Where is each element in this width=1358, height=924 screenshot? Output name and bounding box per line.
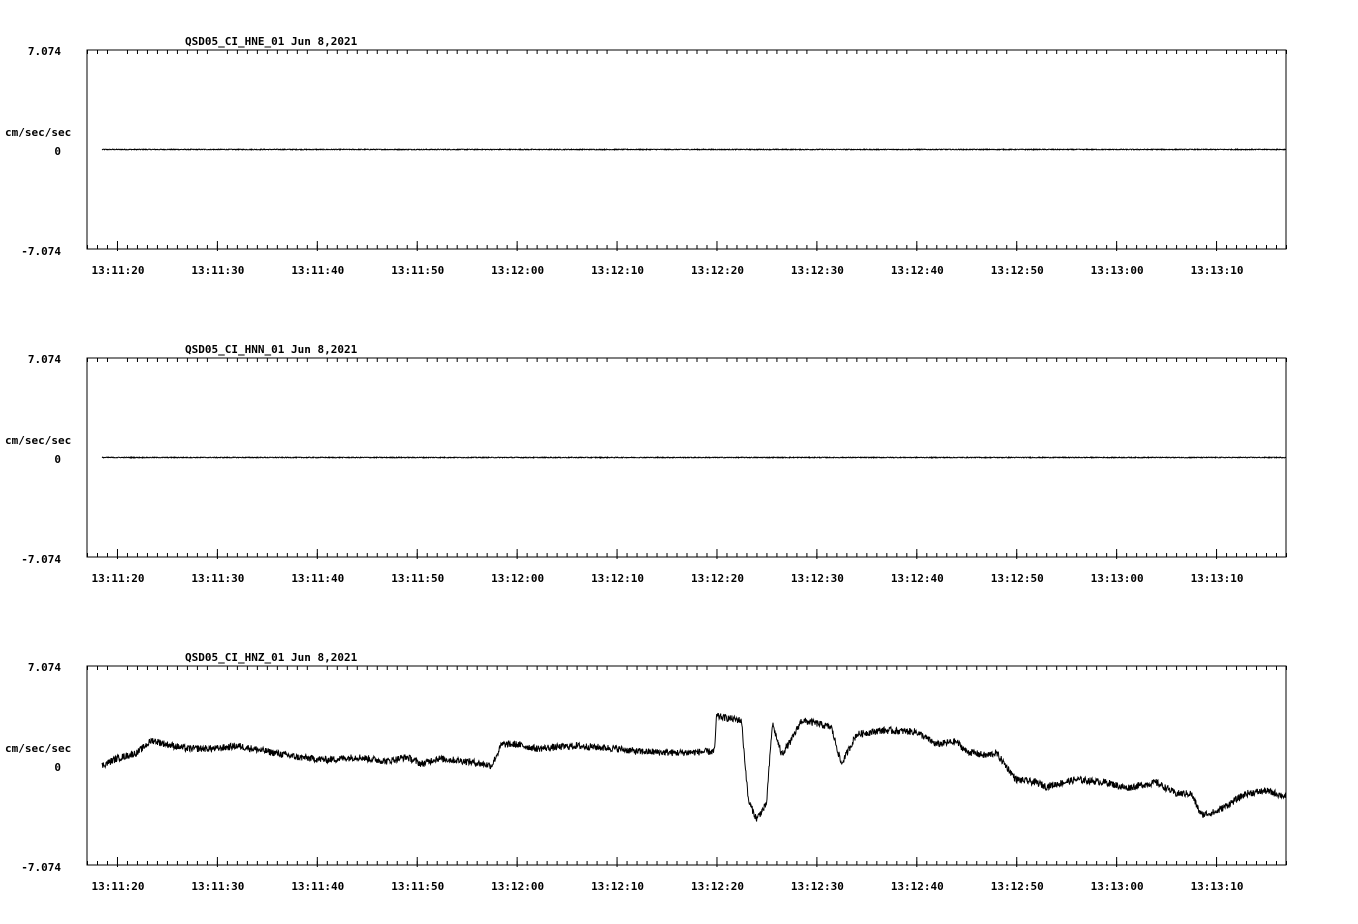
panel-title: QSD05_CI_HNN_01 Jun 8,2021: [185, 343, 358, 356]
time-tick-label: 13:11:40: [291, 264, 344, 277]
time-tick-label: 13:12:10: [591, 264, 644, 277]
trace-line: [101, 456, 1287, 460]
y-axis-label: cm/sec/sec: [5, 742, 71, 755]
time-tick-labels: 13:11:20 13:11:30 13:11:40 13:11:50 13:12:00…: [91, 572, 1243, 585]
y-zero-label: 0: [54, 453, 61, 466]
y-max-label: 7.074: [28, 661, 61, 674]
time-tick-label: 13:11:40: [291, 572, 344, 585]
seismogram-plots: QSD05_CI_HNE_01 Jun 8,2021 7.074 0 -7.07…: [5, 35, 1287, 893]
time-tick-label: 13:12:10: [591, 880, 644, 893]
panel-hne: QSD05_CI_HNE_01 Jun 8,2021 7.074 0 -7.07…: [5, 35, 1287, 277]
time-tick-label: 13:12:30: [791, 572, 844, 585]
time-tick-label: 13:12:40: [891, 264, 944, 277]
time-tick-label: 13:12:20: [691, 880, 744, 893]
time-tick-label: 13:13:00: [1091, 880, 1144, 893]
y-min-label: -7.074: [21, 861, 61, 874]
time-tick-label: 13:11:20: [91, 572, 144, 585]
time-tick-label: 13:12:30: [791, 264, 844, 277]
time-tick-label: 13:12:20: [691, 572, 744, 585]
panel-hnz: QSD05_CI_HNZ_01 Jun 8,2021 7.074 0 -7.07…: [5, 651, 1287, 893]
time-tick-label: 13:11:40: [291, 880, 344, 893]
time-tick-labels: 13:11:20 13:11:30 13:11:40 13:11:50 13:12:00…: [91, 880, 1243, 893]
panel-title: QSD05_CI_HNZ_01 Jun 8,2021: [185, 651, 358, 664]
trace-line: [101, 147, 1287, 152]
plot-frame: [86, 665, 1287, 866]
time-tick-label: 13:13:00: [1091, 572, 1144, 585]
time-tick-label: 13:13:00: [1091, 264, 1144, 277]
time-tick-label: 13:12:30: [791, 880, 844, 893]
time-tick-label: 13:12:40: [891, 880, 944, 893]
trace-line: [101, 712, 1286, 822]
time-ticks: [87, 358, 1287, 559]
time-tick-label: 13:11:20: [91, 880, 144, 893]
y-max-label: 7.074: [28, 45, 61, 58]
time-ticks: [87, 50, 1287, 251]
y-zero-label: 0: [54, 145, 61, 158]
time-tick-label: 13:11:30: [191, 264, 244, 277]
time-tick-label: 13:12:50: [991, 880, 1044, 893]
time-tick-label: 13:12:00: [491, 880, 544, 893]
y-axis-label: cm/sec/sec: [5, 126, 71, 139]
time-tick-label: 13:13:10: [1191, 264, 1244, 277]
time-tick-label: 13:11:50: [391, 880, 444, 893]
time-tick-label: 13:12:00: [491, 264, 544, 277]
time-tick-label: 13:11:30: [191, 880, 244, 893]
y-min-label: -7.074: [21, 553, 61, 566]
panel-hnn: QSD05_CI_HNN_01 Jun 8,2021 7.074 0 -7.07…: [5, 343, 1287, 585]
y-axis-label: cm/sec/sec: [5, 434, 71, 447]
time-tick-label: 13:11:30: [191, 572, 244, 585]
time-tick-label: 13:12:20: [691, 264, 744, 277]
time-tick-label: 13:12:50: [991, 264, 1044, 277]
time-tick-label: 13:11:50: [391, 264, 444, 277]
time-tick-label: 13:11:20: [91, 264, 144, 277]
time-tick-label: 13:12:50: [991, 572, 1044, 585]
y-zero-label: 0: [54, 761, 61, 774]
y-min-label: -7.074: [21, 245, 61, 258]
time-ticks: [87, 666, 1287, 867]
time-tick-label: 13:12:40: [891, 572, 944, 585]
time-tick-label: 13:12:00: [491, 572, 544, 585]
time-tick-label: 13:11:50: [391, 572, 444, 585]
time-tick-label: 13:13:10: [1191, 880, 1244, 893]
time-tick-label: 13:13:10: [1191, 572, 1244, 585]
panel-title: QSD05_CI_HNE_01 Jun 8,2021: [185, 35, 358, 48]
y-max-label: 7.074: [28, 353, 61, 366]
time-tick-labels: 13:11:20 13:11:30 13:11:40 13:11:50 13:12:00…: [91, 264, 1243, 277]
time-tick-label: 13:12:10: [591, 572, 644, 585]
